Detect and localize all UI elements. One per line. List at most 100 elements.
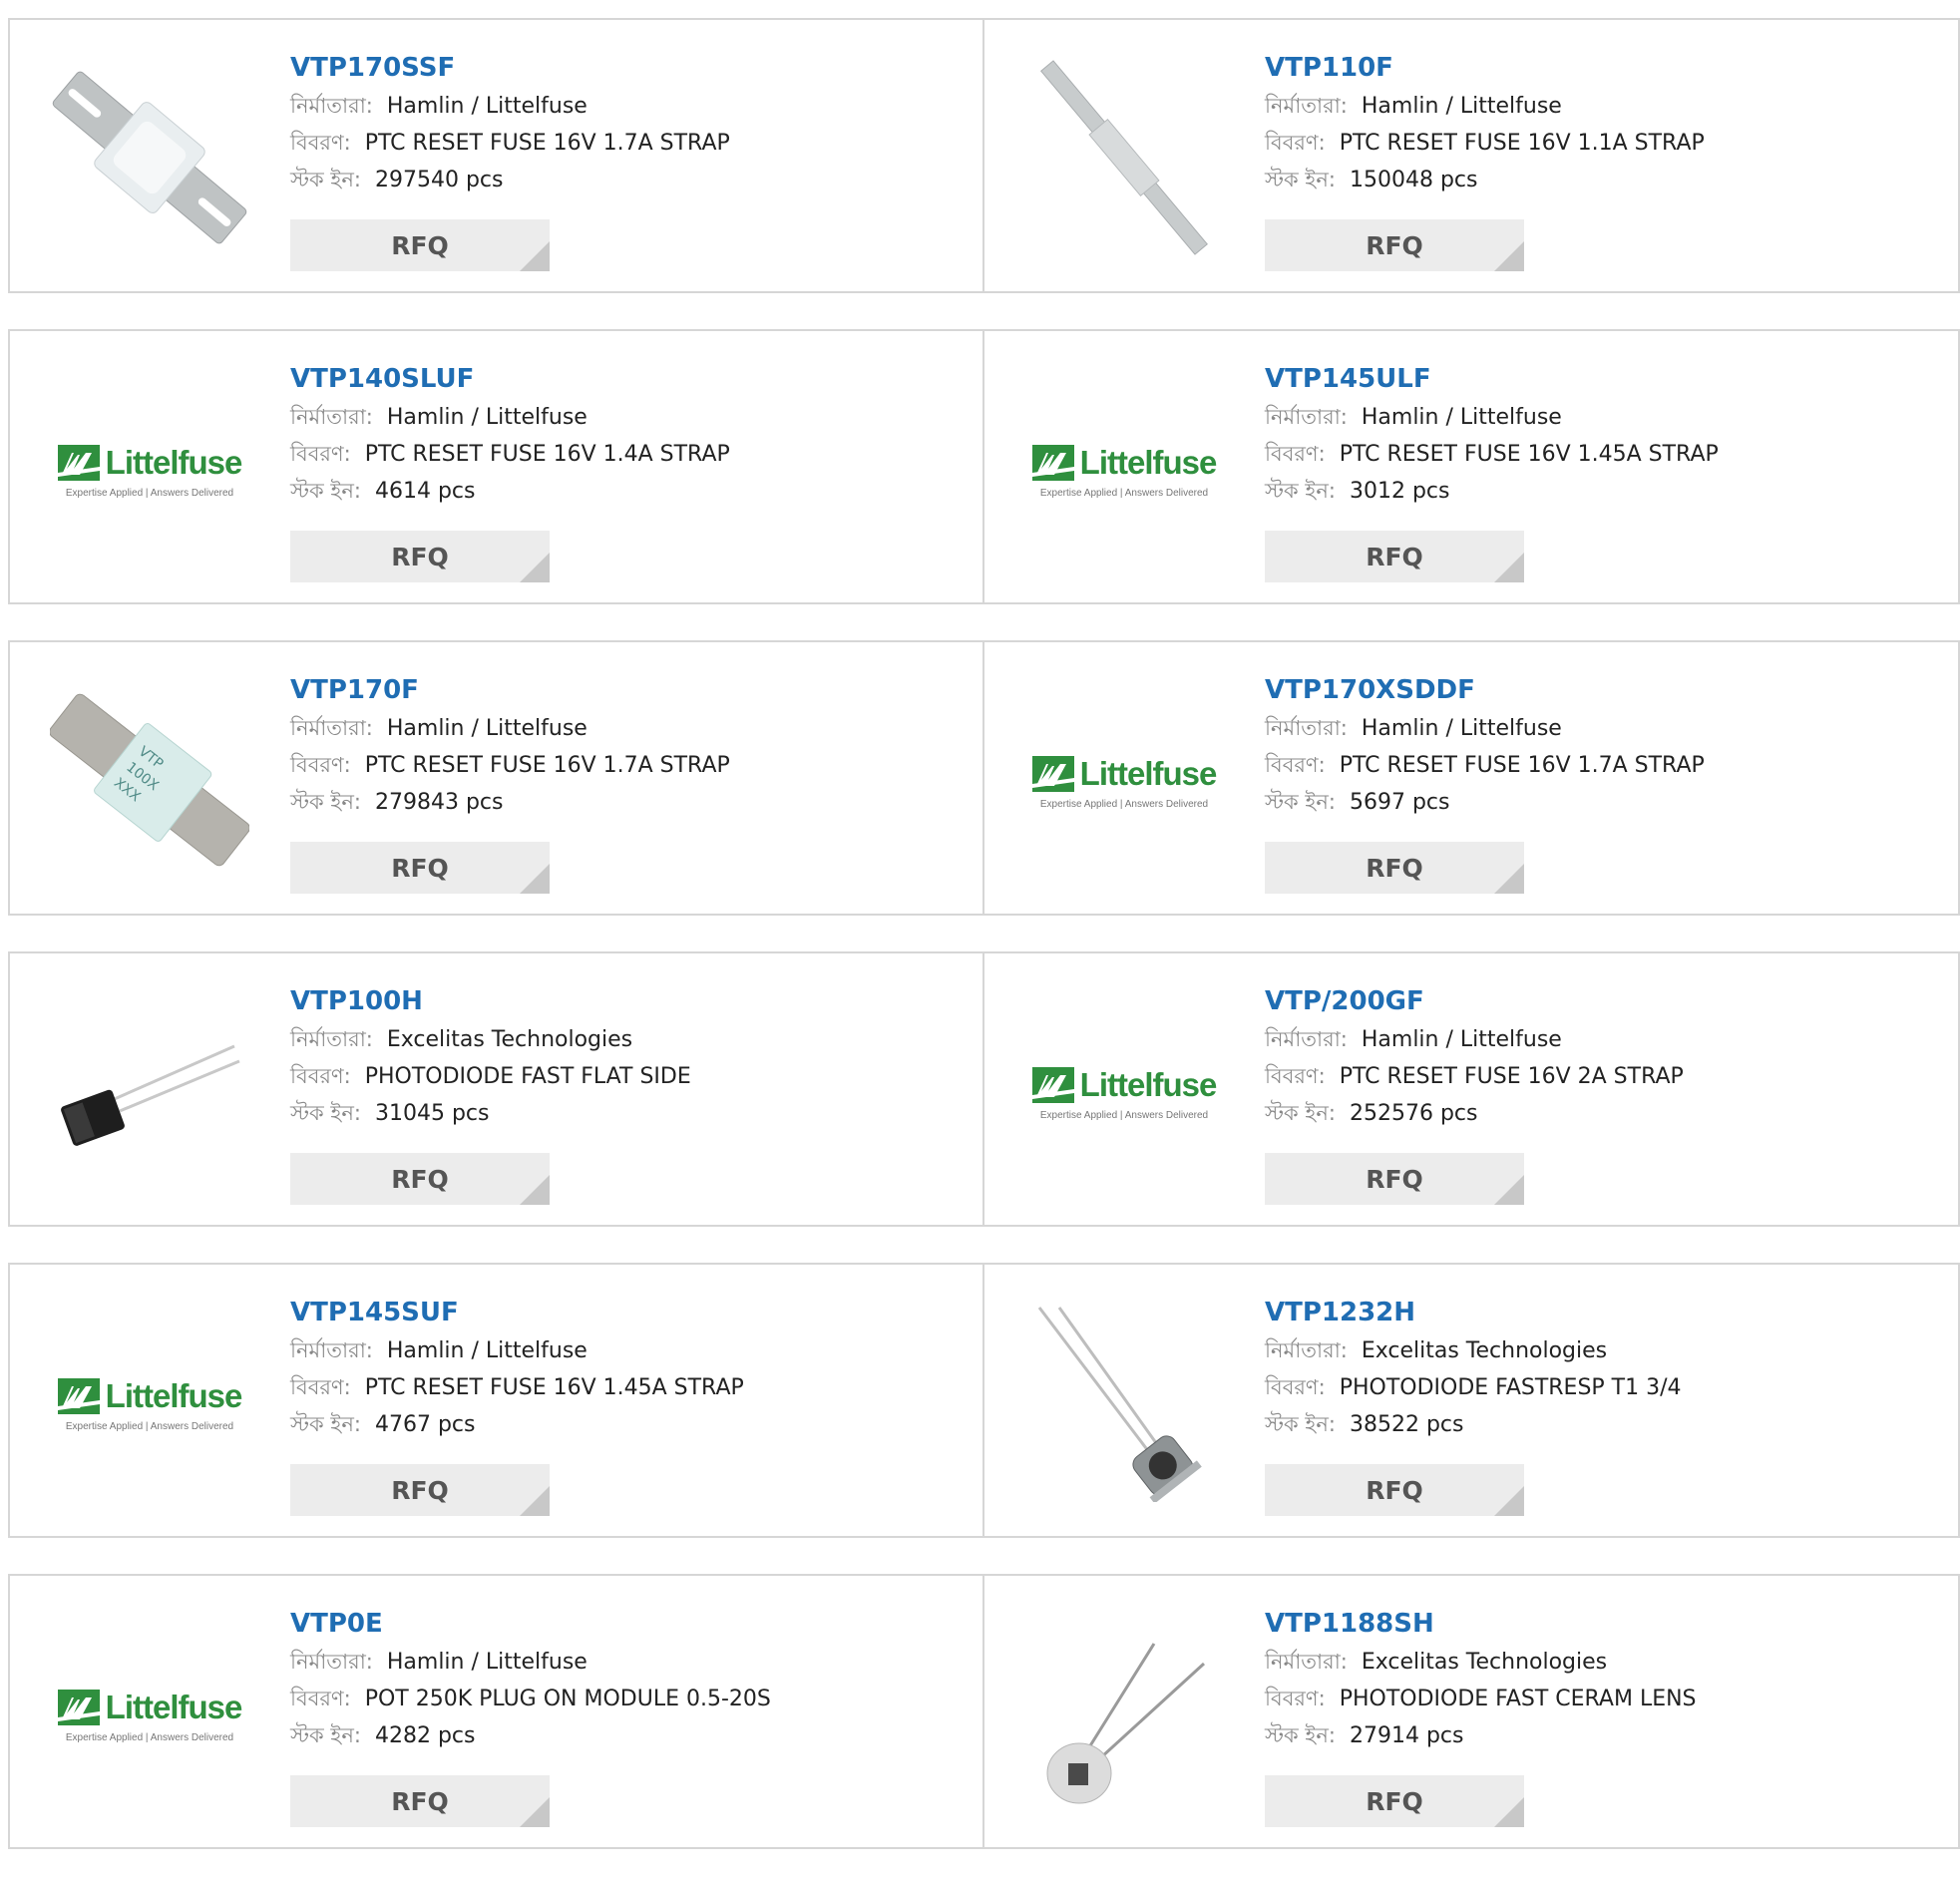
littelfuse-logo: Littelfuse Expertise Applied | Answers De… xyxy=(1024,755,1224,810)
littelfuse-mark-icon xyxy=(57,1377,100,1414)
rfq-button[interactable]: RFQ xyxy=(1265,1775,1524,1827)
rfq-button[interactable]: RFQ xyxy=(1265,1464,1524,1516)
description-label: বিবরণ: xyxy=(290,753,351,777)
rfq-button-label: RFQ xyxy=(1366,1475,1423,1505)
part-number-link[interactable]: VTP/200GF xyxy=(1265,983,1948,1021)
corner-triangle-icon xyxy=(1494,553,1524,582)
description-line: বিবরণ: PTC RESET FUSE 16V 1.4A STRAP xyxy=(290,436,973,473)
littelfuse-wordmark: Littelfuse xyxy=(1079,1065,1218,1103)
part-number-link[interactable]: VTP140SLUF xyxy=(290,361,973,399)
part-number-link[interactable]: VTP110F xyxy=(1265,50,1948,88)
littelfuse-wordmark: Littelfuse xyxy=(1079,754,1218,792)
rfq-button[interactable]: RFQ xyxy=(1265,219,1524,271)
part-number-link[interactable]: VTP170SSF xyxy=(290,50,973,88)
littelfuse-tagline: Expertise Applied | Answers Delivered xyxy=(1039,1109,1209,1121)
product-image[interactable]: Littelfuse Expertise Applied | Answers De… xyxy=(1024,371,1224,570)
littelfuse-logo: Littelfuse Expertise Applied | Answers De… xyxy=(50,1377,249,1432)
part-number-link[interactable]: VTP1188SH xyxy=(1265,1606,1948,1644)
product-image[interactable]: Littelfuse Expertise Applied | Answers De… xyxy=(1024,993,1224,1193)
photodiode-ceramic-icon xyxy=(1024,1616,1224,1815)
littelfuse-mark-icon xyxy=(57,1689,100,1725)
part-number-link[interactable]: VTP100H xyxy=(290,983,973,1021)
rfq-button[interactable]: RFQ xyxy=(290,842,550,894)
corner-triangle-icon xyxy=(1494,1175,1524,1205)
product-card: VTP 100X XXX VTP170F নির্মাতারা: Hamlin / … xyxy=(10,642,984,914)
littelfuse-wordmark: Littelfuse xyxy=(1079,443,1218,481)
corner-triangle-icon xyxy=(520,864,550,894)
product-grid: VTP170SSF নির্মাতারা: Hamlin / Littelfuse ব… xyxy=(8,18,1960,1885)
manufacturer-value: Excelitas Technologies xyxy=(1361,1650,1608,1675)
product-image[interactable] xyxy=(1024,1616,1224,1815)
littelfuse-mark-icon xyxy=(1031,755,1074,792)
product-info: VTP170XSDDF নির্মাতারা: Hamlin / Littelfus… xyxy=(1265,672,1948,821)
rfq-button-label: RFQ xyxy=(1366,1786,1423,1816)
product-info: VTP1232H নির্মাতারা: Excelitas Technologie… xyxy=(1265,1295,1948,1443)
description-label: বিবরণ: xyxy=(290,1375,351,1399)
rfq-button-label: RFQ xyxy=(391,542,449,571)
rfq-button[interactable]: RFQ xyxy=(1265,531,1524,582)
corner-triangle-icon xyxy=(520,241,550,271)
littelfuse-tagline: Expertise Applied | Answers Delivered xyxy=(65,1731,234,1743)
manufacturer-line: নির্মাতারা: Hamlin / Littelfuse xyxy=(290,1644,973,1681)
rfq-button[interactable]: RFQ xyxy=(290,219,550,271)
product-image[interactable]: Littelfuse Expertise Applied | Answers De… xyxy=(1024,682,1224,882)
stock-label: স্টক ইন: xyxy=(1265,1412,1336,1436)
rfq-button[interactable]: RFQ xyxy=(1265,842,1524,894)
manufacturer-line: নির্মাতারা: Hamlin / Littelfuse xyxy=(290,399,973,436)
description-line: বিবরণ: PTC RESET FUSE 16V 2A STRAP xyxy=(1265,1058,1948,1095)
manufacturer-value: Hamlin / Littelfuse xyxy=(386,1338,588,1363)
stock-label: স্টক ইন: xyxy=(290,1723,361,1747)
stock-line: স্টক ইন: 3012 pcs xyxy=(1265,473,1948,510)
corner-triangle-icon xyxy=(520,1797,550,1827)
description-label: বিবরণ: xyxy=(290,1687,351,1710)
manufacturer-value: Hamlin / Littelfuse xyxy=(1361,716,1562,741)
stock-label: স্টক ইন: xyxy=(290,1412,361,1436)
stock-line: স্টক ইন: 279843 pcs xyxy=(290,784,973,821)
manufacturer-value: Hamlin / Littelfuse xyxy=(1361,405,1562,430)
manufacturer-value: Hamlin / Littelfuse xyxy=(386,94,588,119)
description-line: বিবরণ: PTC RESET FUSE 16V 1.7A STRAP xyxy=(1265,747,1948,784)
littelfuse-wordmark: Littelfuse xyxy=(105,1688,243,1725)
product-image[interactable] xyxy=(1024,60,1224,259)
manufacturer-label: নির্মাতারা: xyxy=(1265,716,1348,740)
description-value: PTC RESET FUSE 16V 1.45A STRAP xyxy=(364,1375,744,1400)
rfq-button-label: RFQ xyxy=(391,853,449,883)
part-number-link[interactable]: VTP145SUF xyxy=(290,1295,973,1332)
littelfuse-tagline: Expertise Applied | Answers Delivered xyxy=(65,1420,234,1432)
stock-value: 297540 pcs xyxy=(374,168,504,192)
part-number-link[interactable]: VTP0E xyxy=(290,1606,973,1644)
rfq-button[interactable]: RFQ xyxy=(290,1153,550,1205)
manufacturer-label: নির্মাতারা: xyxy=(1265,1027,1348,1051)
manufacturer-line: নির্মাতারা: Excelitas Technologies xyxy=(290,1021,973,1058)
part-number-link[interactable]: VTP1232H xyxy=(1265,1295,1948,1332)
corner-triangle-icon xyxy=(1494,1486,1524,1516)
product-image[interactable]: VTP 100X XXX xyxy=(50,682,249,882)
stock-line: স্টক ইন: 150048 pcs xyxy=(1265,162,1948,198)
littelfuse-tagline: Expertise Applied | Answers Delivered xyxy=(1039,798,1209,810)
part-number-link[interactable]: VTP145ULF xyxy=(1265,361,1948,399)
manufacturer-line: নির্মাতারা: Hamlin / Littelfuse xyxy=(1265,399,1948,436)
rfq-button[interactable]: RFQ xyxy=(290,531,550,582)
manufacturer-line: নির্মাতারা: Hamlin / Littelfuse xyxy=(290,1332,973,1369)
product-image[interactable] xyxy=(50,60,249,259)
rfq-button-label: RFQ xyxy=(391,1786,449,1816)
product-image[interactable] xyxy=(1024,1305,1224,1504)
part-number-link[interactable]: VTP170F xyxy=(290,672,973,710)
product-info: VTP145SUF নির্মাতারা: Hamlin / Littelfuse ব… xyxy=(290,1295,973,1443)
product-image[interactable] xyxy=(50,993,249,1193)
product-image[interactable]: Littelfuse Expertise Applied | Answers De… xyxy=(50,1616,249,1815)
product-info: VTP170SSF নির্মাতারা: Hamlin / Littelfuse ব… xyxy=(290,50,973,198)
rfq-button[interactable]: RFQ xyxy=(290,1464,550,1516)
part-number-link[interactable]: VTP170XSDDF xyxy=(1265,672,1948,710)
product-image[interactable]: Littelfuse Expertise Applied | Answers De… xyxy=(50,371,249,570)
stock-label: স্টক ইন: xyxy=(1265,1723,1336,1747)
rfq-button-label: RFQ xyxy=(1366,230,1423,260)
description-label: বিবরণ: xyxy=(1265,442,1326,466)
rfq-button[interactable]: RFQ xyxy=(1265,1153,1524,1205)
manufacturer-label: নির্মাতারা: xyxy=(290,716,373,740)
product-card: VTP100H নির্মাতারা: Excelitas Technologies… xyxy=(10,953,984,1225)
description-value: PTC RESET FUSE 16V 1.45A STRAP xyxy=(1339,442,1719,467)
product-image[interactable]: Littelfuse Expertise Applied | Answers De… xyxy=(50,1305,249,1504)
rfq-button[interactable]: RFQ xyxy=(290,1775,550,1827)
stock-label: স্টক ইন: xyxy=(290,790,361,814)
